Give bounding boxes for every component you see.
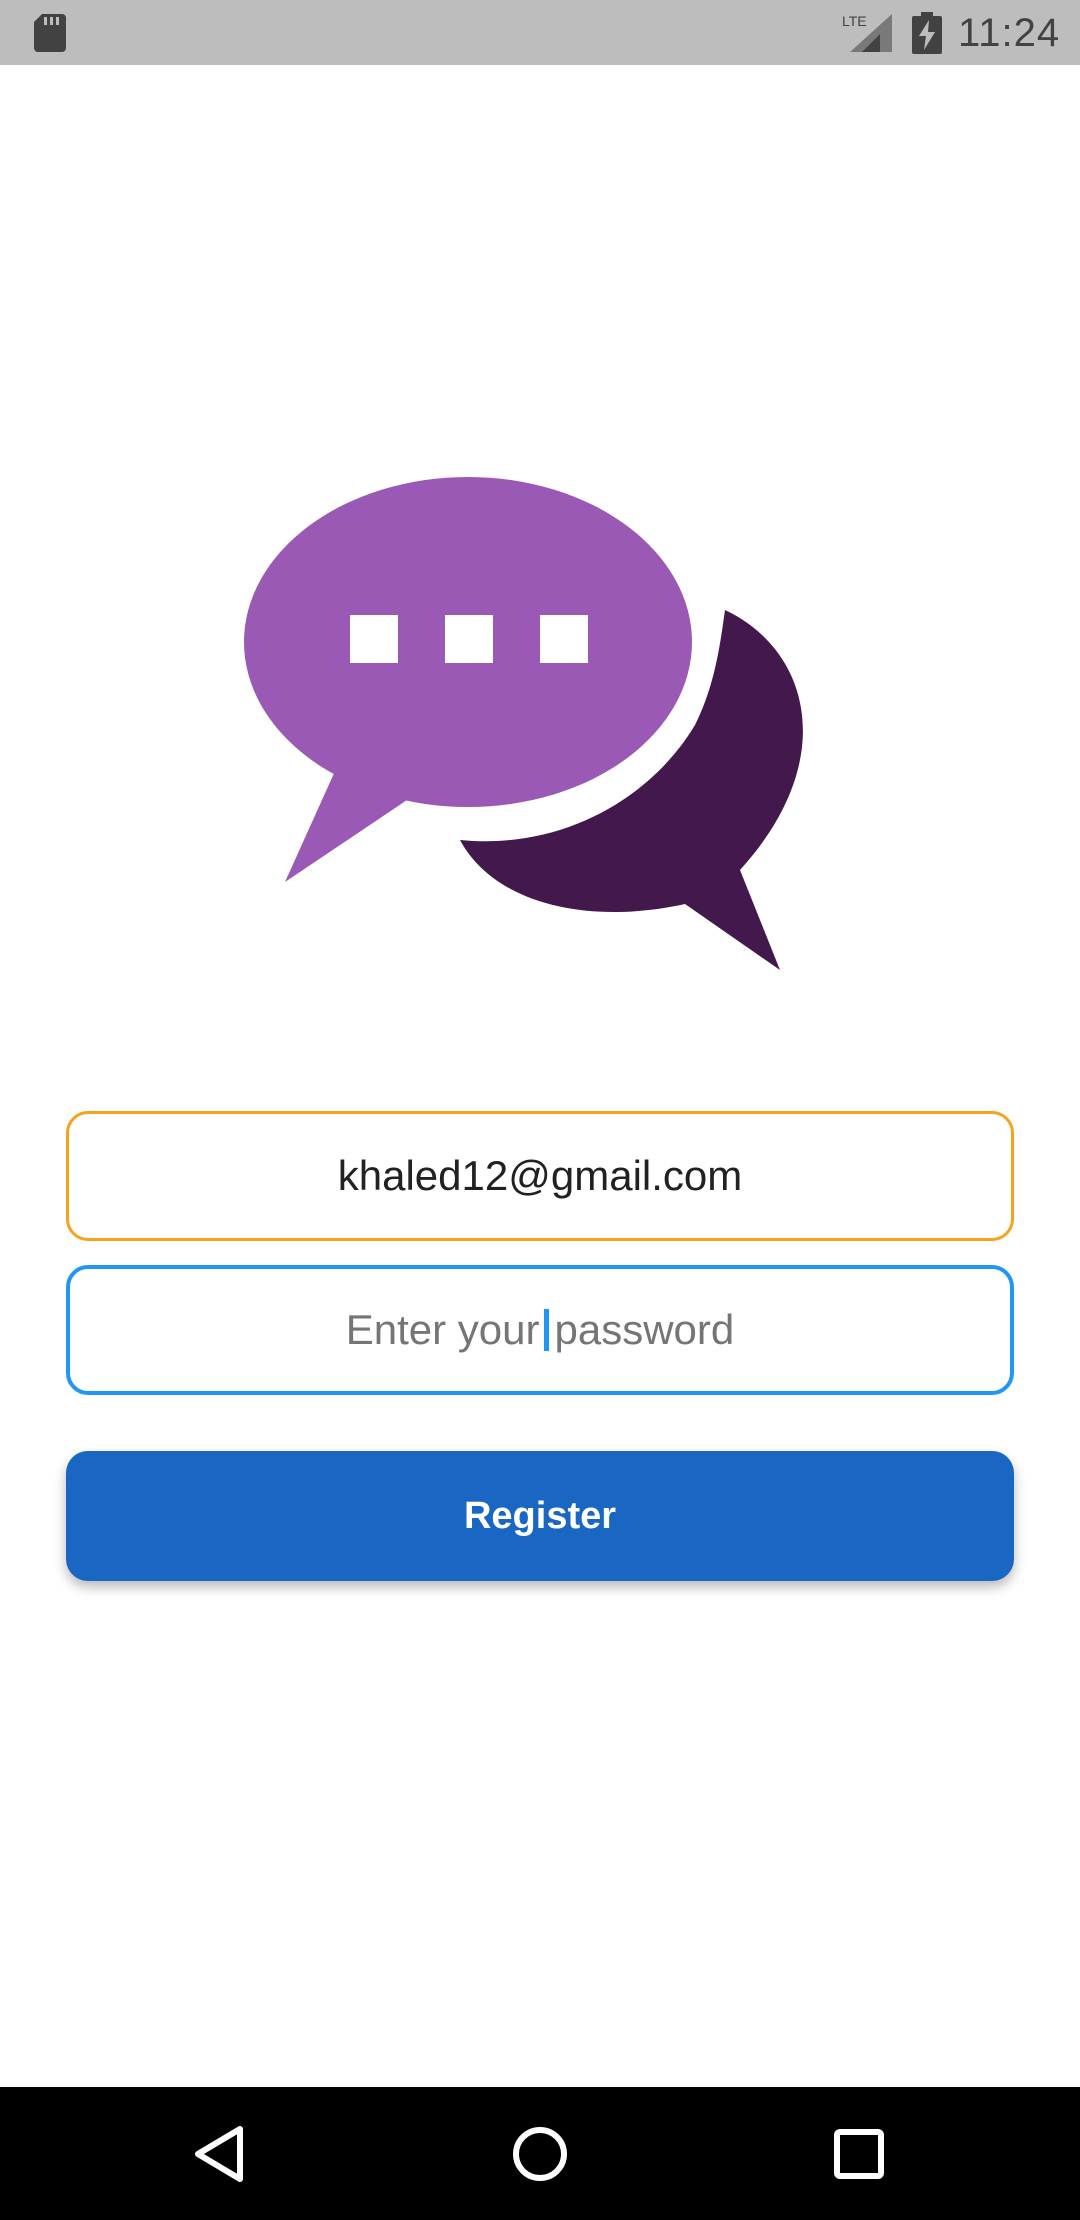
email-value: khaled12@gmail.com <box>337 1152 743 1199</box>
email-field[interactable]: khaled12@gmail.com <box>66 1111 1014 1241</box>
register-screen: LTE 11:24 khaled12@gmail.com Enter your … <box>0 0 1080 2220</box>
back-icon[interactable] <box>190 2123 252 2185</box>
status-time: 11:24 <box>958 11 1061 55</box>
register-button-label: Register <box>463 1494 617 1537</box>
password-field[interactable]: Enter your password <box>66 1265 1014 1395</box>
status-bar: LTE 11:24 <box>0 0 1080 65</box>
password-placeholder-start: Enter your <box>345 1306 540 1353</box>
recents-icon[interactable] <box>828 2123 890 2185</box>
battery-charging-icon <box>912 12 942 54</box>
register-button[interactable]: Register <box>66 1451 1014 1581</box>
navigation-bar <box>0 2087 1080 2220</box>
password-placeholder: Enter your password <box>346 1306 735 1354</box>
home-icon[interactable] <box>509 2123 571 2185</box>
password-placeholder-end: password <box>554 1306 735 1353</box>
lte-signal-icon: LTE <box>842 13 892 52</box>
network-label: LTE <box>842 13 867 29</box>
chat-bubbles-icon <box>244 477 803 970</box>
text-caret <box>543 1309 549 1351</box>
sd-card-icon <box>34 14 66 52</box>
